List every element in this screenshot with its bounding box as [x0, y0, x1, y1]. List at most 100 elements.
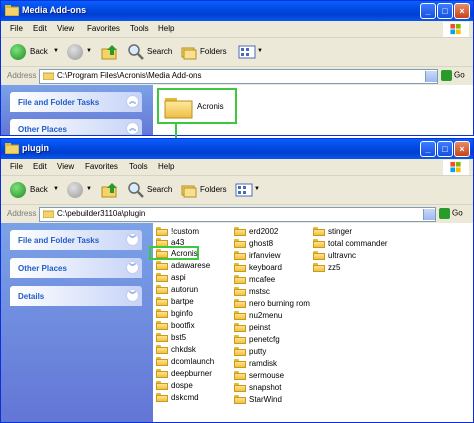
folders-button[interactable]: Folders: [181, 181, 231, 199]
views-button[interactable]: ▼: [235, 181, 261, 199]
folder-icon: [313, 239, 325, 248]
close-button[interactable]: ×: [454, 3, 470, 19]
window-title: Media Add-ons: [22, 5, 87, 15]
address-bar: Address C:\Program Files\Acronis\Media A…: [1, 67, 473, 85]
folders-button[interactable]: Folders: [181, 43, 231, 61]
menu-file[interactable]: File: [10, 24, 23, 33]
windows-logo-icon: [443, 160, 469, 175]
up-folder-button[interactable]: [101, 181, 119, 199]
menu-view[interactable]: View: [57, 162, 74, 171]
title-bar[interactable]: plugin _ □ ×: [1, 139, 473, 159]
menu-favorites[interactable]: Favorites: [87, 24, 120, 33]
file-view: !custom a43 Acronis adawarese aspi autor…: [149, 223, 473, 422]
folder-icon: [234, 287, 246, 296]
go-button[interactable]: Go: [439, 208, 463, 219]
close-button[interactable]: ×: [454, 141, 470, 157]
back-button[interactable]: Back ▼: [10, 43, 60, 61]
folder-icon: [234, 263, 246, 272]
address-dropdown-button[interactable]: [425, 71, 437, 82]
chevron-expand-icon[interactable]: ︾: [126, 289, 139, 302]
chevron-down-icon[interactable]: ▼: [53, 48, 59, 54]
search-button[interactable]: Search: [128, 181, 174, 199]
task-group-file-folder[interactable]: File and Folder Tasks ︽: [10, 92, 142, 112]
acronis-folder-tile[interactable]: Acronis: [157, 88, 237, 124]
chevron-collapse-icon[interactable]: ︽: [126, 95, 139, 108]
menu-view[interactable]: View: [57, 24, 74, 33]
views-button[interactable]: ▼: [238, 43, 264, 61]
chevron-down-icon[interactable]: ▼: [257, 48, 263, 54]
chevron-expand-icon[interactable]: ︾: [126, 261, 139, 274]
chevron-down-icon[interactable]: ▼: [254, 186, 260, 192]
folder-icon: [156, 393, 168, 402]
chevron-down-icon[interactable]: ▼: [86, 186, 92, 192]
go-arrow-icon: [441, 70, 452, 81]
menu-bar: File Edit View Favorites Tools Help: [1, 21, 473, 38]
minimize-button[interactable]: _: [420, 3, 436, 19]
folder-icon: [156, 309, 168, 318]
plugin-window: plugin _ □ × File Edit View Favorites To…: [0, 138, 474, 423]
folder-icon: [156, 345, 168, 354]
forward-button[interactable]: ▼: [67, 181, 93, 199]
file-view: Acronis: [153, 85, 473, 135]
folders-icon: [181, 185, 197, 198]
menu-file[interactable]: File: [10, 162, 23, 171]
task-group-other-places[interactable]: Other Places ︾: [10, 258, 142, 278]
views-icon: [238, 45, 256, 59]
up-folder-button[interactable]: [101, 43, 119, 61]
search-button[interactable]: Search: [128, 43, 174, 61]
address-input[interactable]: C:\pebuilder3110a\plugin: [39, 207, 436, 222]
windows-logo-icon: [443, 22, 469, 37]
folder-icon: [234, 299, 246, 308]
folder-icon: [234, 335, 246, 344]
toolbar: Back ▼ ▼ Search Folders ▼: [1, 38, 473, 67]
menu-edit[interactable]: Edit: [33, 24, 47, 33]
menu-tools[interactable]: Tools: [129, 162, 148, 171]
folder-icon: [43, 210, 54, 218]
views-icon: [235, 183, 253, 197]
folder-icon: [313, 251, 325, 260]
maximize-button[interactable]: □: [437, 3, 453, 19]
menu-favorites[interactable]: Favorites: [85, 162, 118, 171]
task-group-details[interactable]: Details ︾: [10, 286, 142, 306]
menu-tools[interactable]: Tools: [130, 24, 149, 33]
folders-icon: [181, 47, 197, 60]
back-button[interactable]: Back ▼: [10, 181, 60, 199]
chevron-down-icon[interactable]: ▼: [53, 186, 59, 192]
folder-icon: [234, 311, 246, 320]
address-bar: Address C:\pebuilder3110a\plugin Go: [1, 205, 473, 223]
chevron-down-icon[interactable]: ▼: [86, 48, 92, 54]
task-pane: File and Folder Tasks ︽ Other Places ︽: [1, 85, 153, 135]
chevron-collapse-icon[interactable]: ︽: [126, 122, 139, 135]
folder-icon: [234, 275, 246, 284]
task-group-file-folder[interactable]: File and Folder Tasks ︾: [10, 230, 142, 250]
go-button[interactable]: Go: [441, 70, 465, 81]
forward-arrow-icon: [67, 44, 83, 60]
address-input[interactable]: C:\Program Files\Acronis\Media Add-ons: [39, 69, 438, 84]
menu-edit[interactable]: Edit: [33, 162, 47, 171]
folder-icon: [156, 381, 168, 390]
back-arrow-icon: [10, 182, 26, 198]
up-folder-icon: [101, 183, 117, 198]
maximize-button[interactable]: □: [437, 141, 453, 157]
folder-icon: [156, 297, 168, 306]
folder-icon: [156, 249, 168, 258]
folder-icon: [313, 263, 325, 272]
address-label: Address: [7, 209, 37, 218]
folder-icon: [234, 251, 246, 260]
back-arrow-icon: [10, 44, 26, 60]
address-dropdown-button[interactable]: [423, 209, 435, 220]
menu-bar: File Edit View Favorites Tools Help: [1, 159, 473, 176]
folder-icon: [43, 72, 54, 80]
folder-icon: [156, 321, 168, 330]
menu-help[interactable]: Help: [158, 24, 174, 33]
title-bar[interactable]: Media Add-ons _ □ ×: [1, 1, 473, 21]
minimize-button[interactable]: _: [420, 141, 436, 157]
folder-icon: [5, 143, 19, 154]
folder-icon: [234, 347, 246, 356]
chevron-expand-icon[interactable]: ︾: [126, 233, 139, 246]
folder-icon: [156, 285, 168, 294]
menu-help[interactable]: Help: [158, 162, 174, 171]
task-group-other-places[interactable]: Other Places ︽: [10, 119, 142, 135]
forward-arrow-icon: [67, 182, 83, 198]
forward-button[interactable]: ▼: [67, 43, 93, 61]
